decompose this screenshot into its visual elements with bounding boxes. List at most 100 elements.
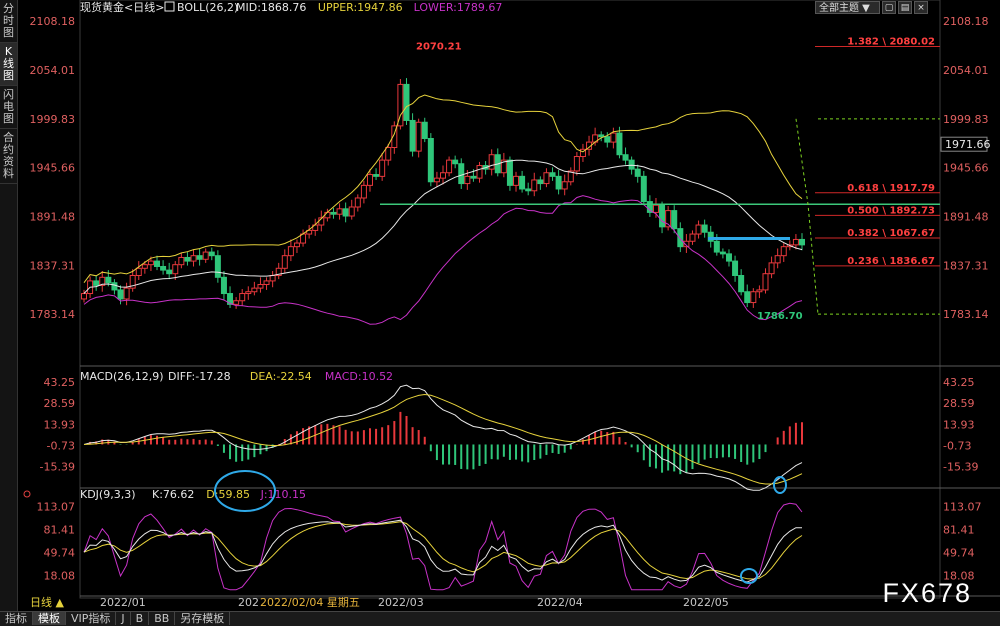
- candle-body: [543, 172, 550, 185]
- candle-body: [701, 224, 708, 233]
- fib-level-label: 1.382 \ 2080.02: [847, 37, 935, 48]
- candle-body: [452, 159, 459, 165]
- tab-save-template[interactable]: 另存模板: [175, 612, 231, 625]
- candle-body: [81, 293, 87, 300]
- candle-body: [330, 211, 337, 215]
- y-tick-label-left: 1891.48: [30, 210, 76, 223]
- candle-body: [531, 179, 538, 192]
- candle-body: [196, 255, 203, 260]
- macd-diff-line: [83, 384, 803, 491]
- y-tick-label-right: 1891.48: [943, 210, 989, 223]
- candle-body: [263, 280, 270, 286]
- candle-body: [610, 132, 617, 143]
- kdj-d-line: [83, 521, 803, 580]
- candle-body: [287, 246, 294, 257]
- candle-body: [233, 300, 240, 305]
- candle-body: [403, 83, 410, 121]
- tab-bb[interactable]: BB: [149, 612, 176, 625]
- candle-body: [293, 242, 300, 248]
- candle-body: [160, 265, 167, 271]
- period-selector: 日线 ▲: [30, 595, 64, 609]
- candle-body: [385, 147, 392, 161]
- macd-legend-item: DIFF:-17.28: [168, 370, 231, 383]
- candle-body: [750, 291, 757, 304]
- candle-body: [172, 264, 179, 275]
- chart-canvas[interactable]: 2108.18 2108.18 2054.01 2054.01 1999.83 1999.…: [0, 0, 1000, 612]
- candle-body: [525, 188, 532, 192]
- theme-select[interactable]: 全部主题 ▼: [815, 1, 880, 14]
- low-annotation: 1786.70: [757, 311, 803, 322]
- candle-body: [239, 293, 246, 302]
- candle-body: [689, 233, 696, 242]
- candle-body: [537, 179, 544, 185]
- candle-body: [251, 287, 258, 293]
- x-axis-label: 2022/04: [537, 596, 583, 609]
- square-button[interactable]: ▢: [882, 1, 896, 14]
- macd-y-tick-left: -15.39: [40, 461, 75, 474]
- x-axis-label: 2022/01: [100, 596, 146, 609]
- candle-body: [622, 154, 629, 161]
- candle-body: [281, 255, 288, 269]
- y-tick-label-left: 1783.14: [30, 308, 76, 321]
- price-title: 现货黄金<日线>: [80, 0, 164, 14]
- candle-body: [202, 251, 209, 260]
- kdj-y-tick-right: 113.07: [943, 500, 982, 513]
- candle-body: [360, 184, 367, 199]
- indicator-toggle-icon: [164, 1, 175, 12]
- tab-b[interactable]: B: [131, 612, 150, 625]
- y-tick-label-left: 2054.01: [30, 64, 76, 77]
- candle-body: [604, 136, 611, 143]
- candle-body: [713, 240, 720, 253]
- horizontal-split-icon[interactable]: ▤: [898, 1, 912, 14]
- candle-body: [178, 256, 185, 266]
- candle-body: [762, 273, 769, 291]
- candle-body: [433, 177, 440, 183]
- candle-body: [373, 174, 380, 177]
- candle-body: [123, 287, 130, 300]
- kdj-y-tick-left: 18.08: [44, 569, 76, 582]
- candle-body: [154, 260, 161, 267]
- macd-dea-line: [83, 393, 803, 485]
- candle-body: [488, 154, 495, 170]
- x-label-prefix: 202: [238, 596, 259, 609]
- boll-legend-item: UPPER:1947.86: [318, 1, 403, 14]
- fib-level-label: 0.382 \ 1067.67: [847, 228, 935, 239]
- tab-vip-indicators[interactable]: VIP指标: [66, 612, 117, 625]
- macd-y-tick-left: -0.73: [47, 440, 75, 453]
- tab-j[interactable]: J: [116, 612, 131, 625]
- y-tick-label-right: 1999.83: [943, 113, 989, 126]
- tab-template[interactable]: 模板: [33, 612, 66, 625]
- tab-indicators[interactable]: 指标: [0, 612, 33, 625]
- candle-body: [652, 204, 659, 213]
- candle-body: [421, 121, 428, 139]
- macd-y-tick-right: 13.93: [943, 418, 975, 431]
- fx678-watermark: FX678: [882, 578, 972, 608]
- candle-body: [792, 238, 799, 246]
- boll-legend-item: MID:1868.76: [236, 1, 306, 14]
- fib-level-label: 0.500 \ 1892.73: [847, 205, 935, 216]
- candle-body: [336, 208, 343, 215]
- candle-body: [573, 156, 580, 172]
- x-axis-label: 2022/02/04 星期五: [260, 596, 360, 609]
- projection-curve: [795, 118, 819, 315]
- close-icon[interactable]: ×: [914, 1, 928, 14]
- candle-body: [744, 291, 751, 304]
- candle-body: [476, 165, 483, 179]
- kdj-legend-item: J:110.15: [260, 488, 306, 501]
- candle-body: [671, 210, 678, 230]
- macd-highlight-circle: [773, 476, 787, 494]
- candle-body: [774, 255, 781, 264]
- candle-body: [677, 228, 684, 248]
- macd-y-tick-left: 43.25: [44, 376, 76, 389]
- candle-body: [354, 197, 361, 208]
- candle-body: [245, 291, 252, 295]
- y-tick-label-left: 1945.66: [30, 162, 76, 175]
- candle-body: [348, 206, 355, 217]
- candle-body: [549, 172, 556, 177]
- candle-body: [379, 159, 386, 177]
- candle-body: [506, 159, 513, 186]
- candle-body: [561, 181, 568, 190]
- candle-body: [799, 238, 805, 246]
- macd-y-tick-right: 43.25: [943, 376, 975, 389]
- candle-body: [184, 256, 191, 262]
